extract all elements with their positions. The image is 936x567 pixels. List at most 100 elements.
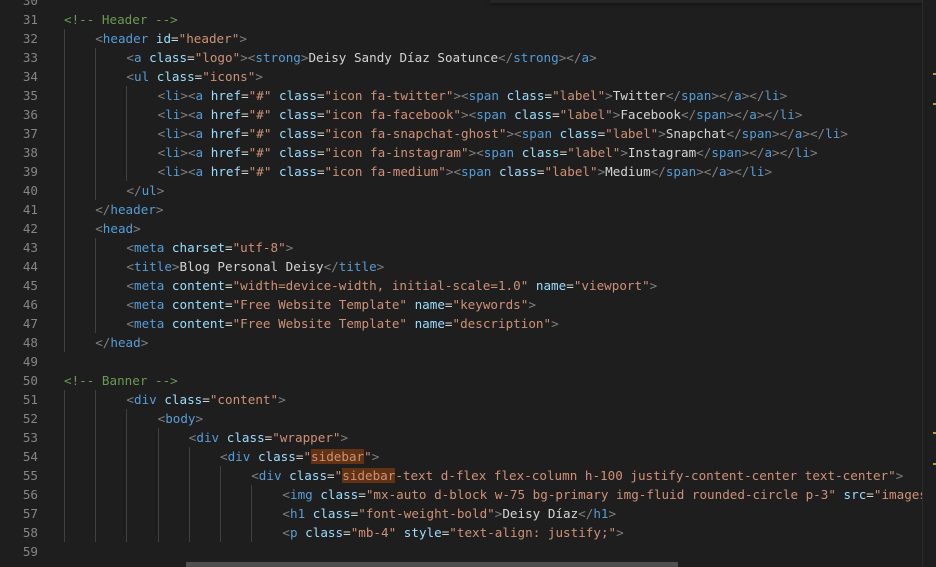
code-token: </ <box>749 88 765 103</box>
code-token: > <box>180 126 188 141</box>
indent-guide <box>188 504 190 523</box>
code-line[interactable]: </head> <box>95 333 148 352</box>
code-line[interactable]: <body> <box>158 409 204 428</box>
code-token: < <box>187 126 196 141</box>
indent-guide <box>64 485 65 504</box>
code-token: li <box>165 126 181 141</box>
code-token: "mx-auto d-block w-75 bg-primary img-flu… <box>365 487 836 502</box>
code-line[interactable]: <li><a href="#" class="icon fa-twitter">… <box>158 86 788 105</box>
code-token: > <box>605 88 613 103</box>
code-token: < <box>514 126 522 141</box>
code-token: = <box>316 126 325 141</box>
code-token: div <box>196 430 220 445</box>
indent-guide <box>188 523 190 542</box>
code-token: </ <box>734 164 750 179</box>
code-line[interactable]: </header> <box>95 200 163 219</box>
code-token: meta <box>133 278 165 293</box>
code-line[interactable]: <a class="logo"><strong>Deisy Sandy Díaz… <box>126 48 596 67</box>
code-token: < <box>95 31 103 46</box>
code-token: > <box>772 145 780 160</box>
indent-guide <box>64 219 65 238</box>
indent-guide <box>95 390 97 409</box>
code-token: "utf-8" <box>232 240 286 255</box>
code-token: "icons" <box>202 69 256 84</box>
code-token: = <box>225 278 233 293</box>
code-token: < <box>476 145 484 160</box>
line-number: 30 <box>22 0 38 8</box>
code-token: "keywords" <box>452 297 529 312</box>
code-line[interactable]: <ul class="icons"> <box>126 67 263 86</box>
code-line[interactable]: <li><a href="#" class="icon fa-instagram… <box>158 143 818 162</box>
code-token: < <box>220 449 228 464</box>
line-number: 31 <box>22 12 38 27</box>
code-line[interactable]: <div class="sidebar-text d-flex flex-col… <box>251 466 903 485</box>
code-line[interactable]: <img class="mx-auto d-block w-75 bg-prim… <box>282 485 922 504</box>
code-line[interactable]: <!-- Banner --> <box>64 371 178 390</box>
code-line[interactable]: <header id="header"> <box>95 29 247 48</box>
code-token: Deisy Díaz <box>502 506 579 521</box>
code-token: charset <box>171 240 225 255</box>
code-token: Blog Personal Deisy <box>179 259 324 274</box>
code-token: a <box>734 88 742 103</box>
code-token: span <box>711 145 742 160</box>
code-token: </ <box>126 183 142 198</box>
code-token: </ <box>764 107 780 122</box>
indent-guide <box>126 447 128 466</box>
code-token: < <box>126 316 134 331</box>
code-token: -text d-flex flex-column h-100 justify-c… <box>395 468 896 483</box>
code-token: li <box>794 145 810 160</box>
code-line[interactable]: <h1 class="font-weight-bold">Deisy Díaz<… <box>282 504 616 523</box>
code-token: > <box>278 392 286 407</box>
code-token: meta <box>133 297 165 312</box>
code-token: > <box>802 126 810 141</box>
code-token: > <box>180 88 188 103</box>
code-line[interactable]: <!-- Header --> <box>64 10 178 29</box>
code-token: ul <box>133 69 150 84</box>
code-token: class <box>279 88 317 103</box>
indent-guide <box>220 466 221 485</box>
code-line[interactable]: <meta charset="utf-8"> <box>126 238 293 257</box>
code-line[interactable]: <div class="sidebar"> <box>220 447 379 466</box>
find-widget <box>490 0 922 3</box>
code-line[interactable]: <li><a href="#" class="icon fa-medium"><… <box>158 162 772 181</box>
code-line[interactable]: <meta content="Free Website Template" na… <box>126 295 536 314</box>
code-line[interactable]: <meta content="width=device-width, initi… <box>126 276 657 295</box>
code-token: title <box>338 259 377 274</box>
code-token: > <box>779 88 788 103</box>
code-token: a <box>195 164 204 179</box>
code-token: span <box>461 164 492 179</box>
indent-guide <box>64 314 65 333</box>
code-token: > <box>133 221 141 236</box>
code-token: "content" <box>209 392 279 407</box>
indent-guide <box>95 485 97 504</box>
line-number: 55 <box>22 468 38 483</box>
code-line[interactable]: <meta content="Free Website Template" na… <box>126 314 558 333</box>
code-token: > <box>155 202 164 217</box>
code-token: class <box>149 50 188 65</box>
code-token: > <box>340 430 349 445</box>
code-token: head <box>110 335 141 350</box>
code-token: li <box>825 126 841 141</box>
code-line[interactable]: <p class="mb-4" style="text-align: justi… <box>282 523 623 542</box>
code-line[interactable]: <head> <box>95 219 141 238</box>
code-token: = <box>316 88 325 103</box>
code-token: < <box>126 297 134 312</box>
code-line[interactable]: <li><a href="#" class="icon fa-snapchat-… <box>158 124 848 143</box>
vertical-scrollbar[interactable] <box>922 0 936 567</box>
code-line[interactable]: <div class="content"> <box>126 390 285 409</box>
code-token: </ <box>703 164 719 179</box>
code-line[interactable]: <title>Blog Personal Deisy</title> <box>126 257 384 276</box>
code-line[interactable]: <div class="wrapper"> <box>189 428 348 447</box>
line-number: 34 <box>22 69 38 84</box>
code-line[interactable]: <li><a href="#" class="icon fa-facebook"… <box>158 105 803 124</box>
code-token: class <box>305 525 344 540</box>
horizontal-scrollbar[interactable] <box>186 562 678 567</box>
code-token: > <box>376 259 385 274</box>
code-editor[interactable]: 30 31 32 33 34 35 36 37 38 39 40 41 42 43 44 45 46 47 48 49… <box>0 0 922 567</box>
code-token: content <box>171 297 225 312</box>
code-line[interactable]: </ul> <box>126 181 164 200</box>
indent-guide <box>157 523 159 542</box>
code-token: = <box>171 31 179 46</box>
